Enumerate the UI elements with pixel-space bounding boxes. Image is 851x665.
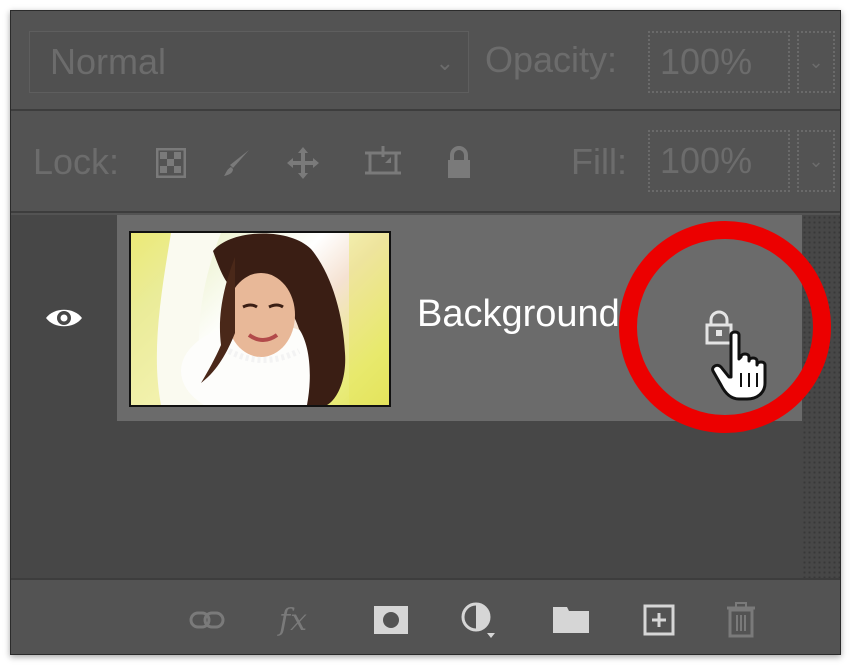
fill-dropdown-button[interactable]: ⌄: [797, 130, 835, 192]
blend-mode-dropdown[interactable]: Normal ⌄: [29, 31, 469, 93]
fx-label: fx: [278, 602, 308, 638]
lock-transparent-pixels-icon[interactable]: [151, 143, 191, 183]
visibility-toggle[interactable]: [11, 215, 117, 421]
opacity-value: 100%: [660, 41, 753, 82]
blend-opacity-row: Normal ⌄ Opacity: 100% ⌄: [11, 11, 840, 111]
opacity-dropdown-button[interactable]: ⌄: [797, 31, 835, 93]
lock-label: Lock:: [33, 141, 120, 182]
add-mask-icon[interactable]: [371, 600, 411, 640]
link-layers-icon[interactable]: [187, 600, 227, 640]
eye-icon: [46, 309, 82, 327]
chevron-down-icon: ⌄: [435, 50, 454, 75]
new-layer-icon[interactable]: [639, 600, 679, 640]
fill-label: Fill:: [571, 141, 627, 182]
fill-value: 100%: [660, 140, 753, 181]
layer-name[interactable]: Background: [417, 293, 637, 336]
lock-fill-row: Lock: Fill: 100% ⌄: [11, 113, 840, 213]
lock-all-icon[interactable]: [439, 143, 479, 183]
fx-icon[interactable]: fx: [273, 600, 313, 640]
layers-bottom-toolbar: fx: [11, 578, 840, 654]
chevron-down-icon: ⌄: [808, 150, 824, 171]
chevron-down-icon: ⌄: [808, 51, 824, 72]
new-group-icon[interactable]: [551, 600, 591, 640]
blend-mode-value: Normal: [50, 41, 167, 82]
layers-panel: Normal ⌄ Opacity: 100% ⌄ Lock: Fill: 100…: [10, 10, 841, 655]
hand-cursor-icon: [711, 330, 767, 401]
lock-image-pixels-icon[interactable]: [217, 143, 257, 183]
layer-thumbnail[interactable]: [129, 231, 391, 407]
lock-position-icon[interactable]: [283, 143, 323, 183]
adjustment-layer-icon[interactable]: [459, 600, 499, 640]
lock-artboard-icon[interactable]: [363, 143, 403, 183]
opacity-label: Opacity:: [485, 39, 618, 80]
delete-icon[interactable]: [721, 600, 761, 640]
opacity-input[interactable]: 100%: [648, 31, 790, 93]
fill-input[interactable]: 100%: [648, 130, 790, 192]
